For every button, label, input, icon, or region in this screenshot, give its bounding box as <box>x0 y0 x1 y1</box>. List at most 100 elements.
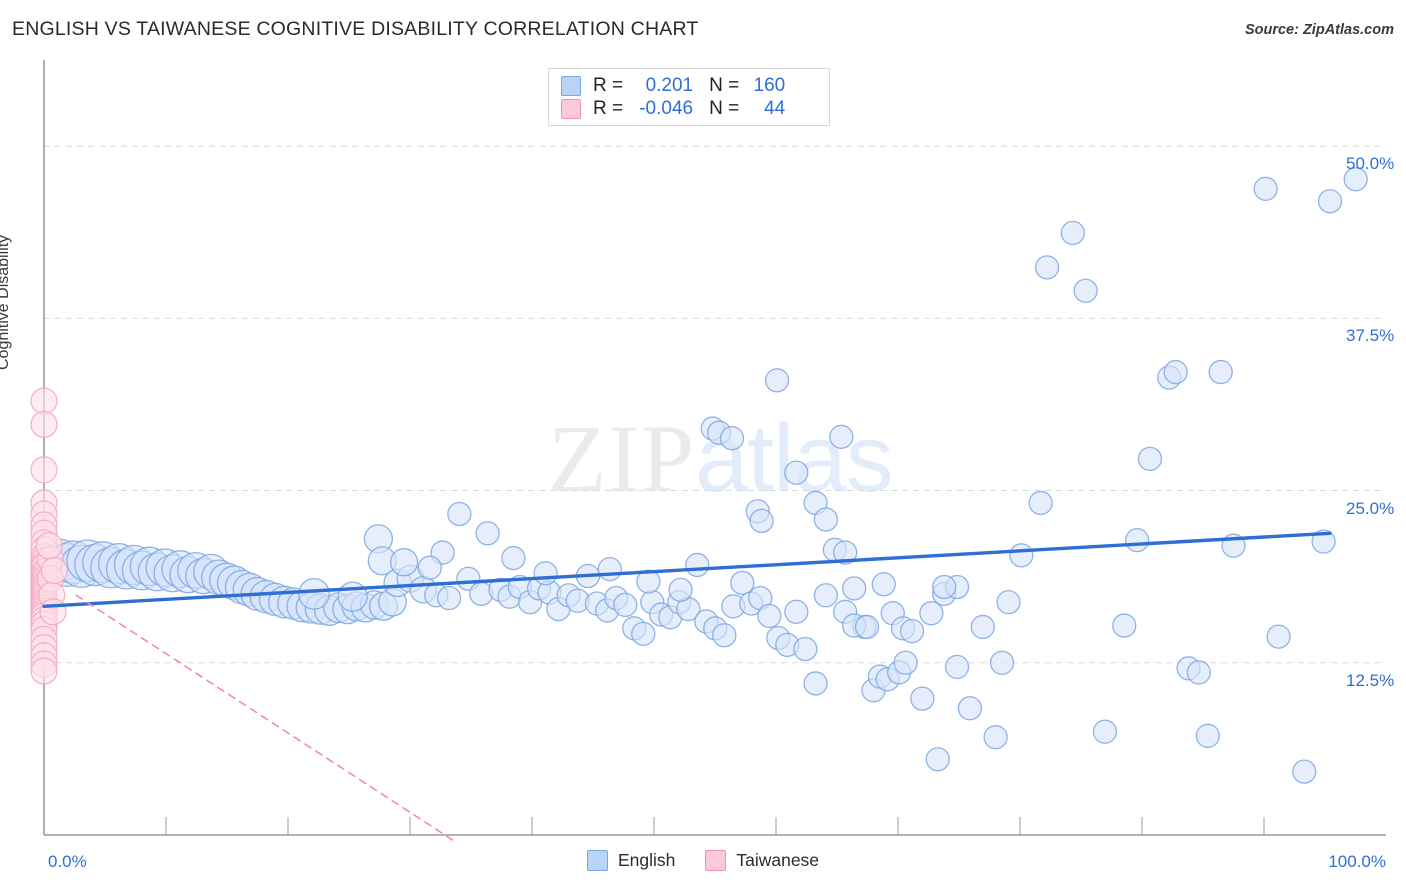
data-point <box>1157 365 1182 390</box>
data-point <box>676 596 701 622</box>
data-point <box>409 575 438 604</box>
data-point <box>30 625 58 654</box>
data-point <box>1186 660 1211 685</box>
data-point <box>304 593 337 625</box>
page-title: ENGLISH VS TAIWANESE COGNITIVE DISABILIT… <box>12 18 699 40</box>
data-point <box>30 547 58 575</box>
data-point <box>30 543 58 571</box>
data-point <box>337 581 368 612</box>
data-point <box>66 539 110 583</box>
data-point <box>268 585 301 619</box>
watermark-zip-text: ZIP <box>548 405 695 512</box>
data-point <box>430 540 455 565</box>
data-point <box>932 574 957 600</box>
data-point <box>871 572 896 597</box>
data-point <box>1292 759 1317 784</box>
series-points-taiwanese <box>30 387 68 685</box>
data-point <box>30 657 58 685</box>
data-point <box>833 599 858 624</box>
data-point <box>341 591 372 622</box>
data-point <box>424 583 449 608</box>
data-point <box>368 591 399 621</box>
legend-item-english[interactable]: English <box>586 850 676 871</box>
data-point <box>39 598 67 626</box>
data-point <box>748 585 773 611</box>
data-point <box>1092 719 1118 744</box>
legend-item-taiwanese[interactable]: Taiwanese <box>705 850 819 871</box>
data-point <box>867 664 893 689</box>
data-point <box>793 636 818 662</box>
data-point <box>45 542 90 587</box>
data-point <box>658 605 683 630</box>
data-point <box>842 576 867 601</box>
watermark-atlas-text: atlas <box>695 405 894 512</box>
data-point <box>910 686 935 711</box>
data-point <box>989 650 1015 675</box>
data-point <box>90 546 132 589</box>
data-point <box>712 623 737 648</box>
data-point <box>169 555 207 594</box>
data-point <box>323 592 354 624</box>
data-point <box>703 616 728 641</box>
data-point <box>30 577 58 605</box>
data-point <box>396 564 425 593</box>
legend-swatch-taiwanese-icon <box>705 850 727 871</box>
n-value-taiwanese: 44 <box>764 97 786 119</box>
data-point <box>30 610 58 638</box>
data-point <box>137 552 177 592</box>
data-point <box>880 601 905 626</box>
data-point <box>193 553 230 590</box>
data-point <box>363 524 394 554</box>
data-point <box>74 543 117 587</box>
data-point <box>30 594 58 622</box>
data-point <box>1176 656 1201 681</box>
data-point <box>595 598 620 623</box>
series-swatch-english-icon <box>561 75 581 96</box>
zipatlas-watermark: ZIPatlas <box>548 404 898 514</box>
data-point <box>30 387 58 415</box>
data-point <box>813 583 839 608</box>
data-point <box>537 580 562 605</box>
legend-label-taiwanese: Taiwanese <box>736 850 820 870</box>
data-point <box>249 579 284 614</box>
data-point <box>533 561 558 586</box>
y-axis-title: Cognitive Disability <box>0 234 12 370</box>
data-point <box>30 580 58 608</box>
data-point <box>1208 359 1233 385</box>
data-point <box>1009 543 1034 568</box>
y-tick-label: 37.5% <box>1346 326 1395 346</box>
data-point <box>861 678 886 703</box>
data-point <box>1034 255 1060 280</box>
data-point <box>842 613 867 638</box>
data-point <box>546 596 571 622</box>
data-point <box>721 594 746 619</box>
data-point <box>622 616 647 641</box>
data-point <box>129 546 170 587</box>
data-point <box>37 538 82 584</box>
data-point <box>1266 624 1291 649</box>
y-tick-label: 25.0% <box>1346 498 1395 518</box>
data-point <box>113 544 155 586</box>
data-point <box>332 593 363 625</box>
data-point <box>30 602 58 630</box>
data-point <box>1060 220 1085 246</box>
data-point <box>30 571 58 600</box>
data-point <box>30 519 58 547</box>
data-point <box>30 489 58 517</box>
n-label-english: N = <box>709 74 740 96</box>
data-point <box>833 540 858 565</box>
data-point <box>277 587 310 620</box>
data-point <box>447 501 472 527</box>
data-point <box>507 574 532 600</box>
correlation-stats-legend: R = 0.201 N = 160 R = -0.046 N = 44 <box>548 68 830 126</box>
data-point <box>640 590 665 615</box>
data-point <box>232 572 267 607</box>
legend-label-english: English <box>617 850 676 870</box>
data-point <box>30 511 58 539</box>
data-point <box>30 633 58 662</box>
data-point <box>517 590 543 615</box>
data-point <box>1028 490 1053 516</box>
data-point <box>383 568 412 598</box>
data-point <box>932 581 957 607</box>
data-point <box>893 650 918 675</box>
